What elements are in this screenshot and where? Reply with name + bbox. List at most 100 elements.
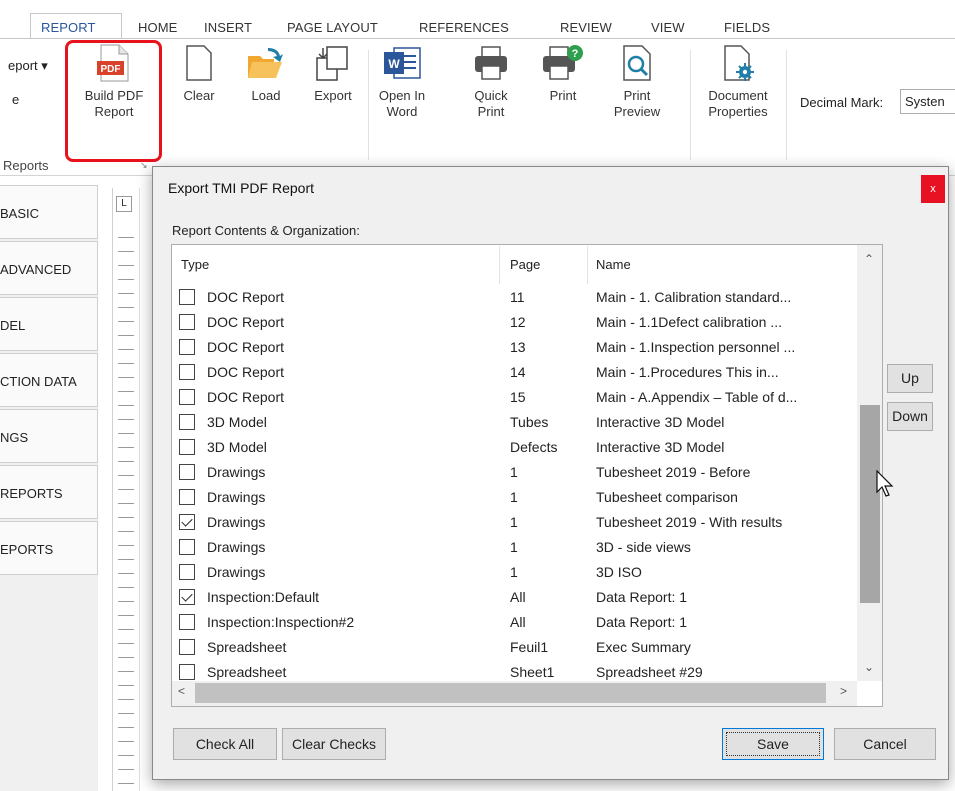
load-button[interactable]: Load: [243, 44, 289, 104]
clear-label: Clear: [183, 88, 215, 103]
table-row[interactable]: DOC Report 13 Main - 1.Inspection personne…: [172, 337, 856, 362]
scroll-down-arrow-icon[interactable]: ⌄: [864, 660, 874, 674]
doc-props-label-2: Properties: [708, 104, 768, 119]
side-tab-basic[interactable]: BASIC: [0, 185, 98, 239]
print-preview-button[interactable]: Print Preview: [606, 44, 668, 120]
scroll-right-arrow-icon[interactable]: >: [840, 684, 847, 698]
check-all-button[interactable]: Check All: [173, 728, 277, 760]
row-checkbox[interactable]: [179, 589, 195, 605]
table-row[interactable]: 3D Model Defects Interactive 3D Model: [172, 437, 856, 462]
side-tab-advanced[interactable]: ADVANCED: [0, 241, 98, 295]
side-tab-reports[interactable]: REPORTS: [0, 465, 98, 519]
row-page: 1: [510, 564, 518, 580]
row-type: Spreadsheet: [207, 664, 287, 680]
ribbon-separator: [690, 50, 691, 160]
side-tab-inspection-data[interactable]: CTION DATA: [0, 353, 98, 407]
table-row[interactable]: Drawings 1 Tubesheet comparison: [172, 487, 856, 512]
row-page: 11: [510, 289, 525, 305]
tab-page-layout[interactable]: PAGE LAYOUT: [287, 20, 378, 35]
document-properties-button[interactable]: Document Properties: [702, 44, 774, 120]
svg-text:W: W: [388, 57, 400, 71]
row-checkbox[interactable]: [179, 464, 195, 480]
quick-print-button[interactable]: Quick Print: [466, 44, 516, 120]
report-dropdown-partial[interactable]: eport ▾: [8, 58, 48, 74]
table-row[interactable]: 3D Model Tubes Interactive 3D Model: [172, 412, 856, 437]
tab-references[interactable]: REFERENCES: [419, 20, 509, 35]
clear-button[interactable]: Clear: [176, 44, 222, 104]
dialog-title: Export TMI PDF Report: [168, 180, 315, 196]
red-highlight-box: [65, 40, 162, 162]
row-checkbox[interactable]: [179, 439, 195, 455]
word-icon: W: [384, 47, 421, 79]
table-row[interactable]: DOC Report 12 Main - 1.1Defect calibration…: [172, 312, 856, 337]
tab-view[interactable]: VIEW: [651, 20, 685, 35]
side-tab-other-reports[interactable]: EPORTS: [0, 521, 98, 575]
decimal-mark-select[interactable]: Systen: [900, 89, 955, 114]
row-checkbox[interactable]: [179, 489, 195, 505]
scroll-left-arrow-icon[interactable]: <: [178, 684, 185, 698]
table-row[interactable]: DOC Report 15 Main - A.Appendix – Table of…: [172, 387, 856, 412]
row-name: Tubesheet 2019 - Before: [596, 464, 751, 480]
row-type: DOC Report: [207, 314, 285, 330]
table-row[interactable]: Inspection:Default All Data Report: 1: [172, 587, 856, 612]
row-name: Main - 1.Inspection personnel ...: [596, 339, 796, 355]
row-checkbox[interactable]: [179, 314, 195, 330]
row-name: Main - 1.Procedures This in...: [596, 364, 779, 380]
table-row[interactable]: Drawings 1 3D ISO: [172, 562, 856, 587]
column-header-type[interactable]: Type: [181, 257, 209, 272]
table-row[interactable]: Drawings 1 Tubesheet 2019 - Before: [172, 462, 856, 487]
tab-fields[interactable]: FIELDS: [724, 20, 770, 35]
row-checkbox[interactable]: [179, 614, 195, 630]
move-down-button[interactable]: Down: [887, 402, 933, 431]
clear-checks-button[interactable]: Clear Checks: [282, 728, 386, 760]
table-row[interactable]: Spreadsheet Feuil1 Exec Summary: [172, 637, 856, 662]
scroll-up-arrow-icon[interactable]: ⌃: [864, 252, 874, 266]
row-checkbox[interactable]: [179, 539, 195, 555]
save-button[interactable]: Save: [722, 728, 824, 760]
table-row[interactable]: Drawings 1 Tubesheet 2019 - With results: [172, 512, 856, 537]
ribbon-tab-bar: REPORT HOME INSERT PAGE LAYOUT REFERENCE…: [0, 0, 955, 39]
row-type: Drawings: [207, 539, 266, 555]
mouse-pointer-icon: [876, 470, 894, 497]
table-row[interactable]: DOC Report 14 Main - 1.Procedures This in.…: [172, 362, 856, 387]
tab-stop-selector[interactable]: L: [116, 196, 132, 212]
cancel-button[interactable]: Cancel: [834, 728, 936, 760]
horizontal-scroll-thumb[interactable]: [195, 683, 826, 703]
column-header-name[interactable]: Name: [596, 257, 631, 272]
row-name: Tubesheet 2019 - With results: [596, 514, 783, 530]
row-type: DOC Report: [207, 339, 285, 355]
column-header-page[interactable]: Page: [510, 257, 540, 272]
row-checkbox[interactable]: [179, 514, 195, 530]
partial-button-label[interactable]: e: [12, 92, 19, 107]
column-divider[interactable]: [587, 246, 588, 284]
print-preview-label-1: Print: [623, 88, 651, 103]
print-button[interactable]: ? Print: [538, 44, 588, 104]
close-button[interactable]: x: [921, 175, 945, 203]
row-checkbox[interactable]: [179, 364, 195, 380]
row-name: Data Report: 1: [596, 589, 688, 605]
row-checkbox[interactable]: [179, 664, 195, 680]
column-divider[interactable]: [499, 246, 500, 284]
row-checkbox[interactable]: [179, 564, 195, 580]
export-button[interactable]: Export: [306, 44, 360, 104]
table-row[interactable]: DOC Report 11 Main - 1. Calibration standa…: [172, 287, 856, 312]
side-tab-model[interactable]: DEL: [0, 297, 98, 351]
open-in-word-button[interactable]: W Open In Word: [372, 44, 432, 120]
vertical-scroll-thumb[interactable]: [860, 405, 880, 603]
row-checkbox[interactable]: [179, 414, 195, 430]
row-checkbox[interactable]: [179, 289, 195, 305]
row-checkbox[interactable]: [179, 639, 195, 655]
row-checkbox[interactable]: [179, 339, 195, 355]
tab-report[interactable]: REPORT: [41, 20, 96, 35]
table-row[interactable]: Inspection:Inspection#2 All Data Report: 1: [172, 612, 856, 637]
row-name: 3D ISO: [596, 564, 642, 580]
tab-review[interactable]: REVIEW: [560, 20, 612, 35]
side-tab-settings[interactable]: NGS: [0, 409, 98, 463]
table-row[interactable]: Drawings 1 3D - side views: [172, 537, 856, 562]
row-name: Data Report: 1: [596, 614, 688, 630]
row-page: 1: [510, 464, 518, 480]
row-checkbox[interactable]: [179, 389, 195, 405]
tab-home[interactable]: HOME: [138, 20, 177, 35]
tab-insert[interactable]: INSERT: [204, 20, 252, 35]
move-up-button[interactable]: Up: [887, 364, 933, 393]
